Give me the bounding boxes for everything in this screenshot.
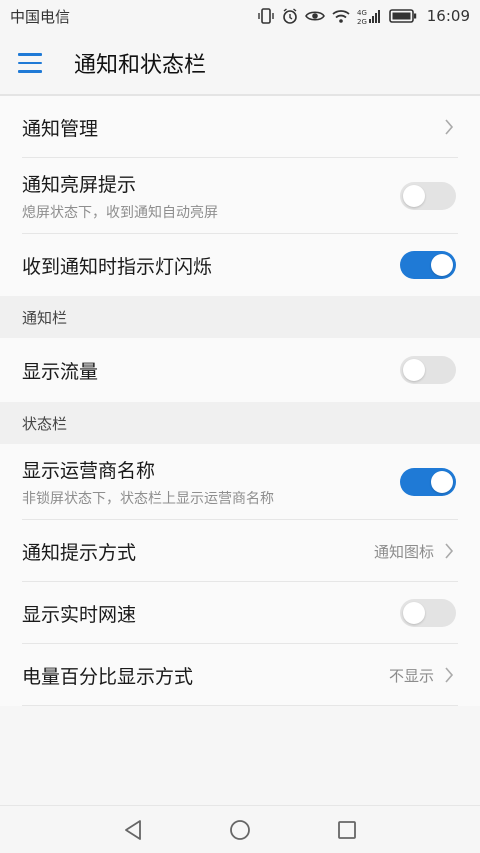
navigation-bar: [0, 805, 480, 853]
settings-list: 通知管理 通知亮屏提示 熄屏状态下，收到通知自动亮屏 收到通知时指示灯闪烁 通知…: [0, 96, 480, 706]
svg-text:4G: 4G: [357, 9, 367, 17]
status-bar: 中国电信 4G 2G 16:09: [0, 0, 480, 32]
vibrate-icon: [257, 7, 275, 25]
svg-text:2G: 2G: [357, 18, 367, 25]
alarm-icon: [281, 7, 299, 25]
notification-group: 通知管理 通知亮屏提示 熄屏状态下，收到通知自动亮屏 收到通知时指示灯闪烁: [0, 96, 480, 296]
carrier-name-label: 显示运营商名称: [22, 460, 156, 482]
recents-icon[interactable]: [327, 810, 367, 850]
back-icon[interactable]: [113, 810, 153, 850]
wake-screen-row[interactable]: 通知亮屏提示 熄屏状态下，收到通知自动亮屏: [0, 158, 480, 234]
battery-icon: [388, 7, 417, 25]
carrier-name-description: 非锁屏状态下，状态栏上显示运营商名称: [22, 491, 274, 507]
chevron-right-icon: [442, 540, 456, 562]
wake-screen-toggle[interactable]: [400, 182, 456, 210]
wifi-icon: [331, 7, 351, 25]
chevron-right-icon: [442, 116, 456, 138]
eye-comfort-icon: [304, 7, 325, 25]
cellular-signal-icon: 4G 2G: [357, 7, 383, 25]
wake-screen-description: 熄屏状态下，收到通知自动亮屏: [22, 205, 218, 221]
app-header: 通知和状态栏: [0, 32, 480, 96]
battery-percent-row[interactable]: 电量百分比显示方式 不显示: [0, 644, 480, 706]
status-bar-group: 显示运营商名称 非锁屏状态下，状态栏上显示运营商名称 通知提示方式 通知图标 显…: [0, 444, 480, 706]
realtime-speed-toggle[interactable]: [400, 599, 456, 627]
wake-screen-label: 通知亮屏提示: [22, 174, 137, 196]
carrier-name: 中国电信: [10, 7, 71, 26]
home-icon[interactable]: [220, 810, 260, 850]
carrier-name-row[interactable]: 显示运营商名称 非锁屏状态下，状态栏上显示运营商名称: [0, 444, 480, 520]
notify-style-label: 通知提示方式: [22, 541, 137, 564]
led-blink-toggle[interactable]: [400, 251, 456, 279]
notification-bar-group: 显示流量: [0, 338, 480, 402]
notification-management-label: 通知管理: [22, 117, 99, 140]
clock: 16:09: [426, 7, 470, 25]
battery-percent-value: 不显示: [388, 666, 434, 685]
show-traffic-label: 显示流量: [22, 360, 99, 383]
show-traffic-toggle[interactable]: [400, 356, 456, 384]
led-blink-row[interactable]: 收到通知时指示灯闪烁: [0, 234, 480, 296]
notify-style-row[interactable]: 通知提示方式 通知图标: [0, 520, 480, 582]
battery-percent-label: 电量百分比显示方式: [22, 665, 194, 688]
realtime-speed-row[interactable]: 显示实时网速: [0, 582, 480, 644]
notification-bar-section-header: 通知栏: [0, 296, 480, 338]
notification-management-row[interactable]: 通知管理: [0, 96, 480, 158]
status-bar-section-header: 状态栏: [0, 402, 480, 444]
realtime-speed-label: 显示实时网速: [22, 603, 137, 626]
show-traffic-row[interactable]: 显示流量: [0, 338, 480, 402]
status-icons: 4G 2G 16:09: [257, 7, 470, 25]
chevron-right-icon: [442, 664, 456, 686]
carrier-name-toggle[interactable]: [400, 468, 456, 496]
led-blink-label: 收到通知时指示灯闪烁: [22, 255, 213, 278]
page-title: 通知和状态栏: [74, 53, 207, 78]
notify-style-value: 通知图标: [373, 542, 434, 561]
menu-icon[interactable]: [18, 43, 58, 83]
